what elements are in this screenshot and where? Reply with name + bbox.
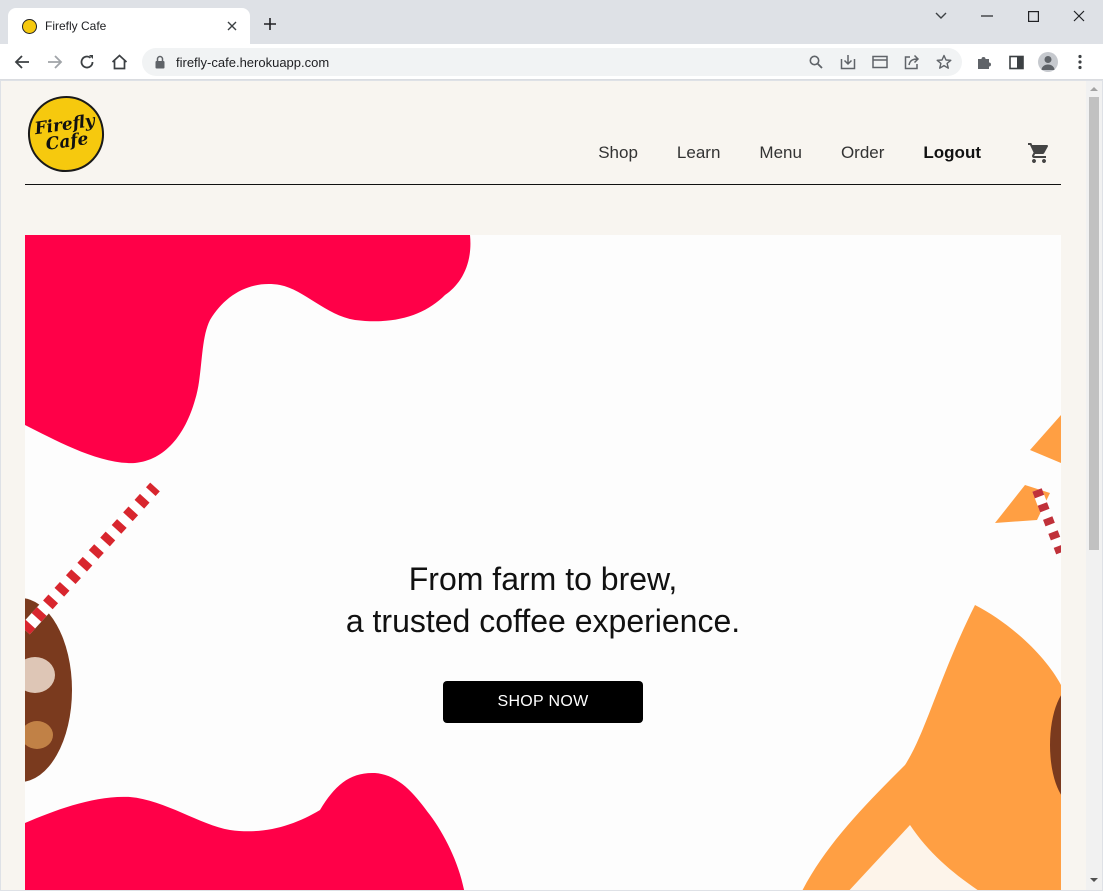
nav-learn[interactable]: Learn — [677, 143, 720, 163]
page-viewport: Firefly Cafe Shop Learn Menu Order Logou… — [1, 81, 1086, 890]
install-app-icon[interactable] — [840, 54, 856, 70]
address-bar[interactable]: firefly-cafe.herokuapp.com — [142, 48, 962, 76]
share-icon[interactable] — [904, 54, 920, 70]
shop-now-button[interactable]: SHOP NOW — [443, 681, 643, 723]
extensions-puzzle-icon[interactable] — [973, 51, 995, 73]
new-tab-icon[interactable] — [260, 14, 280, 34]
logo-line-2: Cafe — [44, 129, 90, 155]
hero-banner: From farm to brew, a trusted coffee expe… — [25, 235, 1061, 890]
zoom-search-icon[interactable] — [808, 54, 824, 70]
lock-icon[interactable] — [154, 55, 166, 69]
close-tab-icon[interactable] — [224, 18, 240, 34]
close-window-icon[interactable] — [1056, 4, 1102, 28]
browser-toolbar: firefly-cafe.herokuapp.com — [0, 44, 1103, 80]
hero-headline-line-2: a trusted coffee experience. — [345, 603, 741, 639]
page-scrollbar[interactable] — [1086, 81, 1102, 890]
side-panel-icon[interactable] — [1005, 51, 1027, 73]
back-arrow-icon[interactable] — [9, 49, 35, 75]
reload-icon[interactable] — [74, 49, 100, 75]
header-divider — [25, 184, 1061, 185]
shopping-cart-icon[interactable] — [1027, 141, 1051, 165]
nav-shop[interactable]: Shop — [598, 143, 638, 163]
tab-title: Firefly Cafe — [45, 19, 107, 33]
scroll-up-icon[interactable] — [1090, 85, 1098, 93]
hero-headline: From farm to brew, a trusted coffee expe… — [25, 558, 1061, 642]
browser-tab[interactable]: Firefly Cafe — [8, 8, 250, 44]
minimize-icon[interactable] — [964, 4, 1010, 28]
url-text: firefly-cafe.herokuapp.com — [176, 54, 330, 70]
home-icon[interactable] — [106, 49, 132, 75]
scrollbar-thumb[interactable] — [1089, 97, 1099, 550]
forward-arrow-icon[interactable] — [42, 49, 68, 75]
browser-tab-strip: Firefly Cafe — [0, 0, 1103, 44]
firefly-cafe-logo[interactable]: Firefly Cafe — [23, 91, 109, 177]
reader-mode-icon[interactable] — [872, 54, 888, 70]
profile-icon[interactable] — [1037, 51, 1059, 73]
nav-menu[interactable]: Menu — [759, 143, 802, 163]
bookmark-star-icon[interactable] — [936, 54, 952, 70]
site-nav: Shop Learn Menu Order Logout — [559, 141, 1051, 165]
hero-headline-line-1: From farm to brew, — [408, 561, 678, 597]
tab-search-chevron-icon[interactable] — [918, 4, 964, 28]
more-menu-icon[interactable] — [1069, 51, 1091, 73]
nav-logout[interactable]: Logout — [923, 143, 981, 163]
favicon-icon — [22, 18, 37, 34]
scroll-down-icon[interactable] — [1090, 876, 1098, 884]
maximize-icon[interactable] — [1010, 4, 1056, 28]
nav-order[interactable]: Order — [841, 143, 884, 163]
